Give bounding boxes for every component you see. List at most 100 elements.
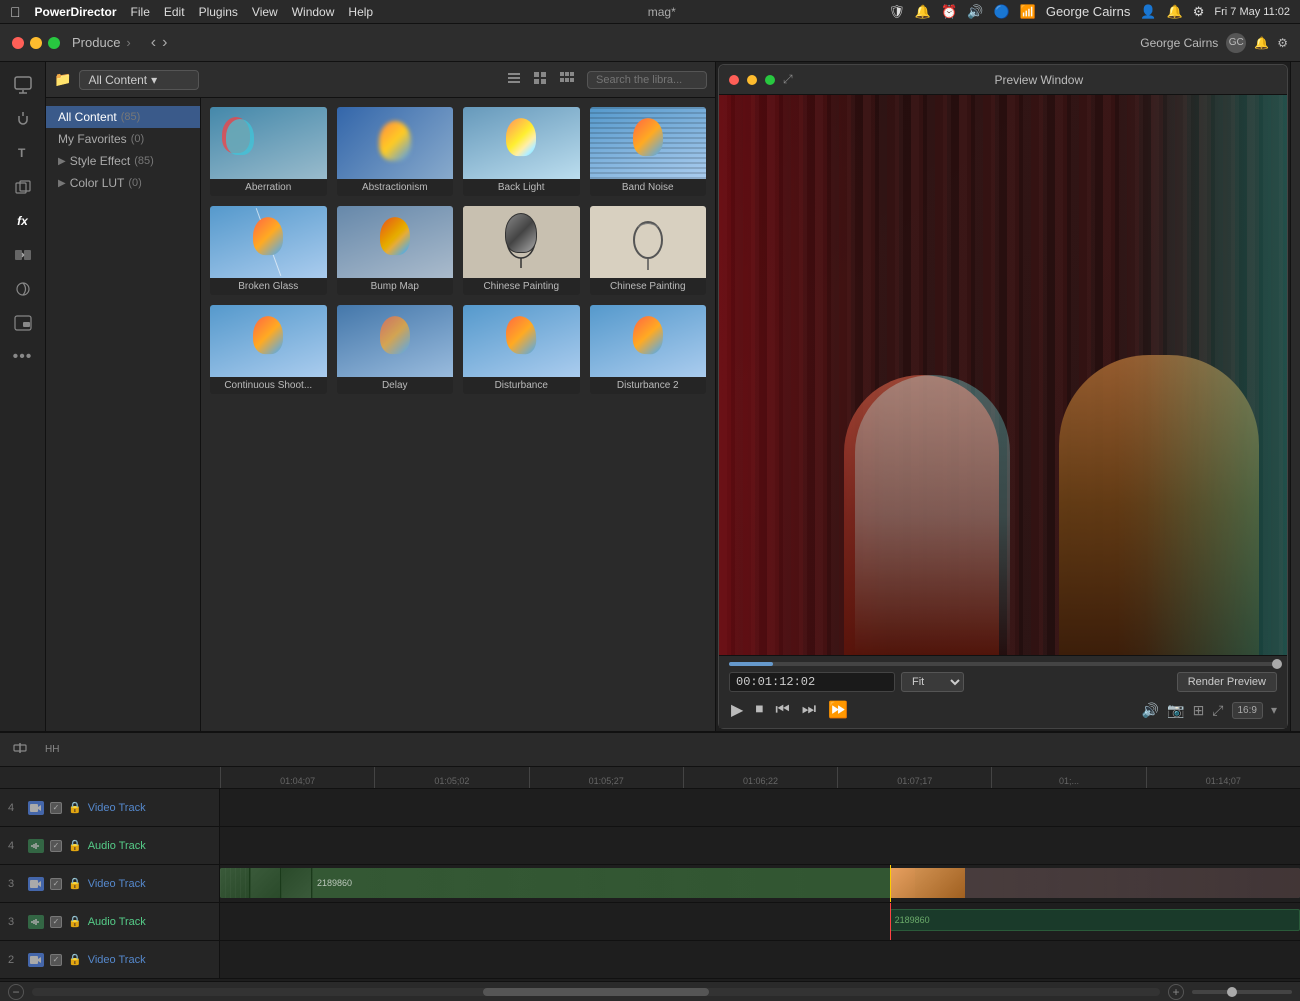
track-name-3a: Audio Track — [88, 916, 211, 928]
timeline-tracks: 4 🔒 Video Track 4 🔒 Audio Track — [0, 789, 1300, 981]
progress-bar[interactable] — [729, 662, 1277, 666]
track-lock-4v[interactable]: 🔒 — [68, 801, 82, 814]
fullscreen-button[interactable]: ⤢ — [1212, 702, 1223, 719]
search-input[interactable] — [587, 71, 707, 89]
track-lock-3v[interactable]: 🔒 — [68, 877, 82, 890]
content-toolbar: 📁 All Content ▾ — [46, 62, 715, 98]
view-list-button[interactable] — [503, 69, 525, 90]
menu-view[interactable]: View — [252, 5, 278, 19]
vertical-scrollbar[interactable] — [1290, 62, 1300, 731]
track-checkbox-3v[interactable] — [50, 878, 62, 890]
track-checkbox-4v[interactable] — [50, 802, 62, 814]
sidebar-icon-transition[interactable] — [6, 240, 40, 270]
effect-aberration[interactable]: Aberration — [209, 106, 328, 197]
progress-handle[interactable] — [1272, 659, 1282, 669]
controls-row-1: Fit 25% 50% 75% 100% Render Preview — [729, 672, 1277, 692]
preview-maximize[interactable] — [765, 75, 775, 85]
cat-style-effect[interactable]: ▶ Style Effect (85) — [46, 150, 200, 172]
video-clip-3v-2[interactable] — [890, 868, 1300, 898]
ruler-mark-4: 01:06;22 — [683, 767, 837, 788]
track-content-3v[interactable]: 2189860 — [220, 865, 1300, 902]
preview-close[interactable] — [729, 75, 739, 85]
window-close[interactable] — [12, 37, 24, 49]
safe-zone-button[interactable]: ⊞ — [1193, 702, 1205, 719]
effect-backlight[interactable]: Back Light — [462, 106, 581, 197]
prev-frame-button[interactable]: ⏮ — [773, 699, 791, 721]
sidebar-icon-pip[interactable] — [6, 308, 40, 338]
sidebar-icon-audio[interactable] — [6, 104, 40, 134]
effect-continuousshoot[interactable]: Continuous Shoot... — [209, 304, 328, 395]
track-checkbox-4a[interactable] — [50, 840, 62, 852]
sidebar-icon-more[interactable]: ••• — [6, 342, 40, 372]
window-maximize[interactable] — [48, 37, 60, 49]
effect-disturbance2[interactable]: Disturbance 2 — [589, 304, 708, 395]
window-minimize[interactable] — [30, 37, 42, 49]
timeline-timecode-btn[interactable]: HH — [40, 738, 70, 761]
view-grid-small-button[interactable] — [529, 69, 551, 90]
timeline-scrollbar[interactable] — [32, 988, 1160, 996]
stop-button[interactable]: ⏹ — [753, 699, 765, 721]
zoom-plus-button[interactable]: + — [1168, 984, 1184, 1000]
nav-back[interactable]: ‹ — [151, 34, 156, 52]
effect-label-delay: Delay — [337, 377, 454, 394]
menu-help[interactable]: Help — [348, 5, 373, 19]
nav-forward[interactable]: › — [162, 34, 167, 52]
sidebar-icon-overlay[interactable] — [6, 172, 40, 202]
add-folder-button[interactable]: 📁 — [54, 71, 71, 88]
notification-bell[interactable]: 🔔 — [1254, 36, 1269, 50]
effect-brokenglass[interactable]: Broken Glass — [209, 205, 328, 296]
scrollbar-thumb[interactable] — [483, 988, 709, 996]
track-content-3a[interactable]: 2189860 — [220, 903, 1300, 940]
zoom-minus-button[interactable]: − — [8, 984, 24, 1000]
menu-edit[interactable]: Edit — [164, 5, 185, 19]
effect-bandnoise[interactable]: Band Noise — [589, 106, 708, 197]
timeline-split-button[interactable] — [8, 738, 32, 761]
content-filter-dropdown[interactable]: All Content ▾ — [79, 70, 199, 90]
sidebar-icon-text[interactable]: T — [6, 138, 40, 168]
effect-bumpmap[interactable]: Bump Map — [336, 205, 455, 296]
track-row-4-audio: 4 🔒 Audio Track — [0, 827, 1300, 865]
menubar:  PowerDirector File Edit Plugins View W… — [0, 0, 1300, 24]
fit-dropdown[interactable]: Fit 25% 50% 75% 100% — [901, 672, 964, 692]
track-lock-2v[interactable]: 🔒 — [68, 953, 82, 966]
sidebar-icon-import[interactable] — [6, 70, 40, 100]
audio-control[interactable]: 🔊 — [1142, 702, 1159, 719]
timecode-input[interactable] — [729, 672, 895, 692]
settings-gear[interactable]: ⚙ — [1277, 36, 1288, 50]
cat-my-favorites[interactable]: My Favorites (0) — [46, 128, 200, 150]
sidebar-icon-motion[interactable] — [6, 274, 40, 304]
track-lock-4a[interactable]: 🔒 — [68, 839, 82, 852]
track-checkbox-2v[interactable] — [50, 954, 62, 966]
zoom-handle[interactable] — [1227, 987, 1237, 997]
track-checkbox-3a[interactable] — [50, 916, 62, 928]
menu-window[interactable]: Window — [292, 5, 335, 19]
aspect-ratio-badge[interactable]: 16:9 — [1232, 702, 1263, 719]
preview-minimize[interactable] — [747, 75, 757, 85]
aspect-dropdown-arrow[interactable]: ▾ — [1271, 703, 1277, 717]
audio-clip-3a[interactable]: 2189860 — [890, 909, 1300, 931]
ruler-mark-5: 01:07;17 — [837, 767, 991, 788]
effect-abstractionism[interactable]: Abstractionism — [336, 106, 455, 197]
next-frame-button[interactable]: ⏭ — [800, 699, 818, 721]
user-avatar[interactable]: GC — [1226, 33, 1246, 53]
breadcrumb-produce[interactable]: Produce — [72, 35, 120, 50]
play-button[interactable]: ▶ — [729, 698, 745, 722]
zoom-track[interactable] — [1192, 990, 1292, 994]
preview-expand-button[interactable]: ⤢ — [783, 72, 793, 87]
effect-chinesepainting1[interactable]: Chinese Painting — [462, 205, 581, 296]
effect-disturbance[interactable]: Disturbance — [462, 304, 581, 395]
track-video-icon — [28, 877, 44, 891]
snapshot-button[interactable]: 📷 — [1167, 702, 1184, 719]
cat-all-content[interactable]: All Content (85) — [46, 106, 200, 128]
effect-chinesepainting2[interactable]: Chinese Painting — [589, 205, 708, 296]
render-preview-button[interactable]: Render Preview — [1177, 672, 1277, 692]
menu-plugins[interactable]: Plugins — [199, 5, 238, 19]
view-grid-large-button[interactable] — [555, 69, 579, 90]
effect-delay[interactable]: Delay — [336, 304, 455, 395]
apple-logo[interactable]:  — [10, 4, 21, 20]
menu-file[interactable]: File — [131, 5, 150, 19]
fast-forward-button[interactable]: ⏩ — [826, 698, 850, 722]
track-lock-3a[interactable]: 🔒 — [68, 915, 82, 928]
cat-color-lut[interactable]: ▶ Color LUT (0) — [46, 172, 200, 194]
sidebar-icon-fx[interactable]: fx — [6, 206, 40, 236]
